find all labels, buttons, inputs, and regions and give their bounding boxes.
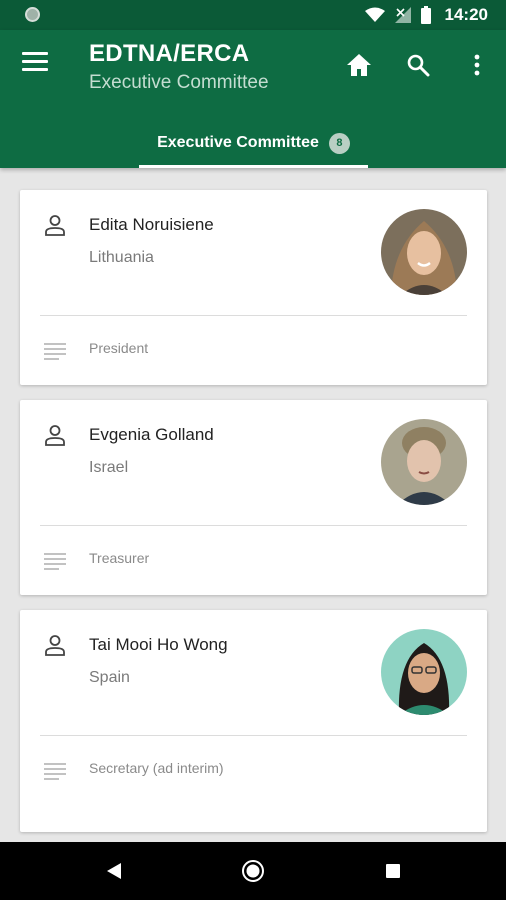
wifi-icon — [364, 7, 385, 22]
more-vert-icon — [474, 54, 480, 76]
tab-executive-committee[interactable]: Executive Committee 8 — [139, 118, 368, 168]
recents-square-icon — [386, 864, 400, 878]
member-name: Tai Mooi Ho Wong — [89, 635, 228, 654]
app-bar: EDTNA/ERCA Executive Committee Executive… — [0, 30, 506, 168]
app-title: EDTNA/ERCA — [89, 40, 250, 67]
status-time: 14:20 — [444, 5, 488, 24]
member-name: Edita Noruisiene — [89, 215, 214, 234]
app-subtitle: Executive Committee — [89, 72, 269, 93]
battery-icon — [420, 6, 431, 24]
notes-icon — [44, 763, 66, 780]
divider — [40, 735, 467, 736]
tab-label: Executive Committee — [157, 134, 319, 151]
divider — [40, 315, 467, 316]
member-card[interactable]: Edita Noruisiene Lithuania President — [20, 190, 487, 385]
member-country: Lithuania — [89, 249, 154, 266]
tab-indicator — [139, 165, 368, 168]
member-role: Treasurer — [89, 550, 150, 566]
member-name: Evgenia Golland — [89, 425, 214, 444]
member-country: Israel — [89, 459, 129, 476]
hamburger-menu-icon — [22, 52, 48, 55]
search-icon — [407, 54, 430, 77]
system-nav-bar — [0, 842, 506, 900]
member-role: President — [89, 340, 149, 356]
tab-count-badge: 8 — [328, 132, 350, 154]
status-icons: 14:20 — [364, 0, 488, 30]
member-role: Secretary (ad interim) — [89, 760, 224, 776]
person-outline-icon — [45, 215, 65, 236]
person-outline-icon — [45, 425, 65, 446]
divider — [40, 525, 467, 526]
person-outline-icon — [45, 635, 65, 656]
home-nav-button[interactable] — [239, 857, 267, 885]
back-triangle-icon — [107, 863, 121, 879]
recents-button[interactable] — [379, 857, 407, 885]
member-card[interactable]: Tai Mooi Ho Wong Spain Secretary (ad int… — [20, 610, 487, 832]
notes-icon — [44, 553, 66, 570]
menu-button[interactable] — [22, 52, 48, 78]
notification-dot-icon — [25, 7, 40, 22]
avatar — [381, 629, 467, 715]
member-card[interactable]: Evgenia Golland Israel Treasurer — [20, 400, 487, 595]
status-bar: 14:20 — [0, 0, 506, 30]
home-button[interactable] — [344, 50, 374, 80]
back-button[interactable] — [100, 857, 128, 885]
more-options-button[interactable] — [462, 50, 492, 80]
avatar — [381, 419, 467, 505]
hamburger-menu-icon-line — [22, 68, 48, 71]
cell-signal-icon — [394, 7, 411, 23]
member-country: Spain — [89, 669, 130, 686]
notes-icon — [44, 343, 66, 360]
hamburger-menu-icon-line — [22, 60, 48, 63]
search-button[interactable] — [403, 50, 433, 80]
home-circle-icon — [242, 860, 264, 882]
home-icon — [347, 54, 371, 76]
avatar — [381, 209, 467, 295]
